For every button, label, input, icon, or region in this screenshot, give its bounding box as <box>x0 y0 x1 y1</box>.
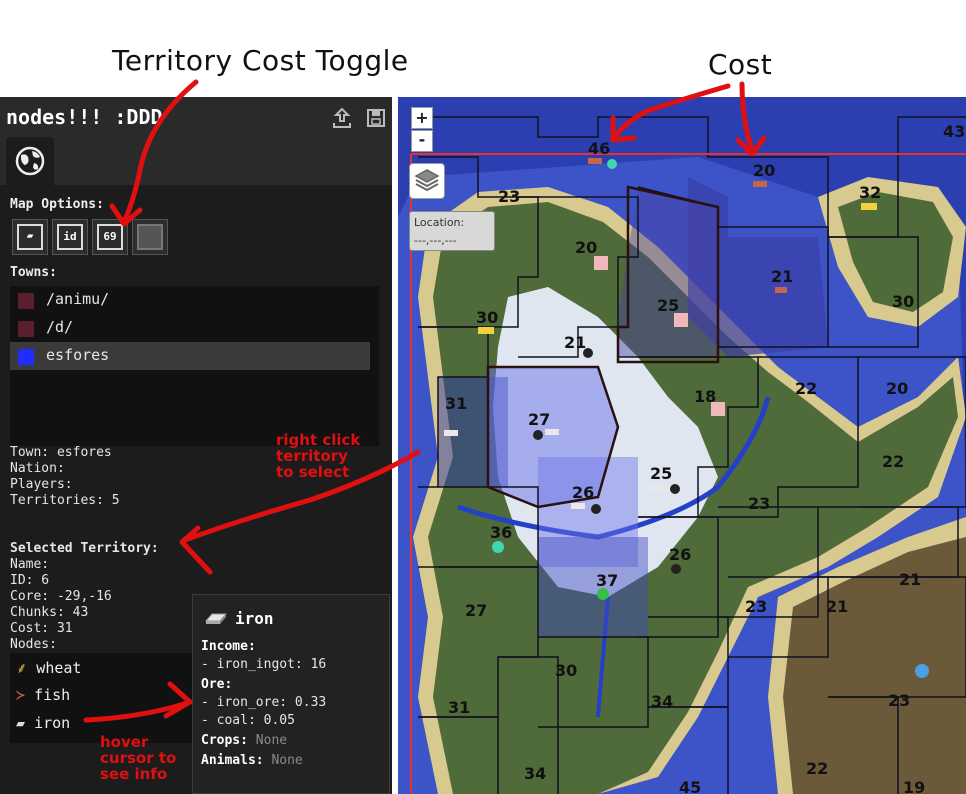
right-click-note: right click territory to select <box>276 431 361 481</box>
hover-note: hover cursor to see info <box>100 733 177 783</box>
annotation-arrows <box>83 79 767 723</box>
